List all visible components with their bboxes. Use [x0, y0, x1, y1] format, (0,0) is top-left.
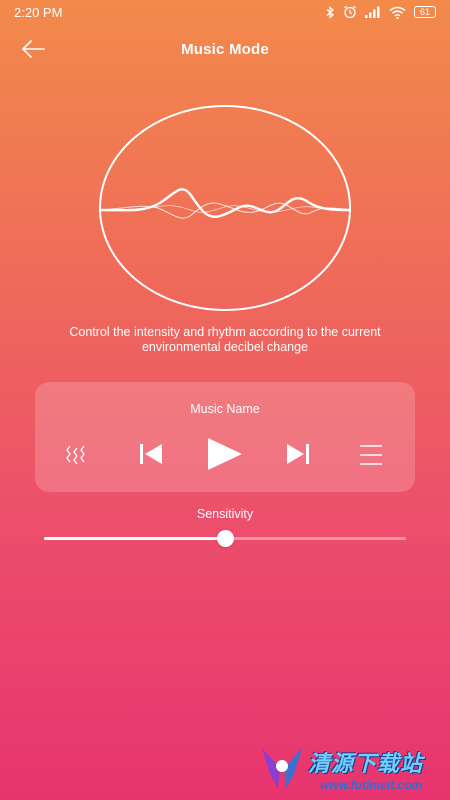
watermark-url: www.fotimeit.com [320, 778, 423, 792]
next-track-icon[interactable] [285, 443, 311, 465]
description-text: Control the intensity and rhythm accordi… [30, 325, 420, 355]
playlist-menu-icon[interactable] [359, 444, 383, 466]
sensitivity-slider-fill [44, 537, 225, 540]
player-controls [35, 434, 415, 474]
wave-mode-icon[interactable] [65, 444, 89, 466]
watermark-text: 清源下载站 [308, 751, 424, 776]
status-time: 2:20 PM [14, 4, 63, 20]
watermark-logo-icon [262, 748, 302, 788]
previous-track-icon[interactable] [138, 443, 164, 465]
battery-level: 61 [419, 6, 430, 17]
visualizer-circle [99, 105, 351, 311]
sensitivity-slider-thumb[interactable] [217, 530, 234, 547]
signal-icon [365, 6, 380, 18]
music-name: Music Name [190, 402, 260, 416]
wifi-icon [389, 6, 406, 19]
player-card: Music Name [35, 382, 415, 492]
status-bar: 2:20 PM 61 [0, 0, 450, 24]
status-icons: 61 [326, 5, 436, 19]
back-arrow-icon[interactable] [20, 36, 46, 62]
description-line-2: environmental decibel change [141, 340, 309, 354]
sensitivity-slider[interactable] [44, 530, 406, 547]
page-title: Music Mode [181, 40, 269, 58]
watermark: 清源下载站 www.fotimeit.com [258, 740, 428, 796]
sound-wave-visualizer [98, 105, 352, 311]
description-line-1: Control the intensity and rhythm accordi… [69, 325, 381, 339]
sensitivity-label: Sensitivity [196, 507, 254, 521]
bluetooth-icon [326, 5, 334, 19]
alarm-icon [344, 5, 356, 19]
play-icon[interactable] [205, 436, 245, 472]
battery-icon: 61 [414, 6, 436, 18]
sound-wave [98, 188, 352, 219]
header: Music Mode [0, 34, 450, 64]
